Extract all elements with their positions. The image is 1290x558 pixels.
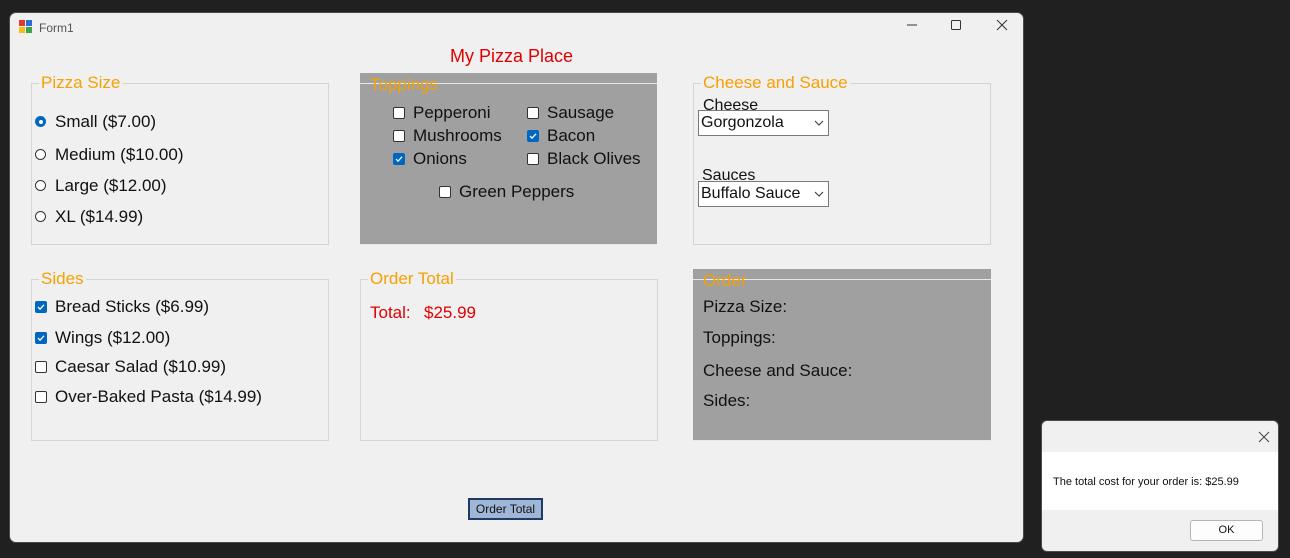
sides-group: Sides Bread Sticks ($6.99) Wings ($12.00… [31, 269, 329, 441]
checkbox-label: Sausage [547, 103, 615, 122]
checkbox-icon[interactable] [393, 107, 405, 119]
checkmark-icon[interactable] [393, 153, 405, 165]
order-cheese-sauce-line: Cheese and Sauce: [703, 361, 853, 380]
order-pizza-size-line: Pizza Size: [703, 297, 788, 316]
checkbox-label: Bacon [547, 126, 596, 145]
toppings-group: Toppings Pepperoni Sausage Mushrooms Bac… [360, 73, 657, 245]
radio-button-icon[interactable] [35, 211, 46, 222]
title-bar[interactable]: Form1 [10, 13, 1023, 41]
toppings-legend: Toppings [370, 75, 439, 94]
order-toppings-line: Toppings: [703, 328, 776, 347]
cheese-selected-value: Gorgonzola [701, 114, 784, 131]
cheese-sauce-legend: Cheese and Sauce [701, 73, 850, 93]
checkbox-icon[interactable] [527, 107, 539, 119]
sauce-dropdown[interactable]: Buffalo Sauce [698, 181, 829, 207]
checkbox-label: Bread Sticks ($6.99) [55, 297, 210, 316]
order-sides-line: Sides: [703, 391, 751, 410]
order-total-group: Order Total Total: $25.99 [360, 269, 658, 441]
close-icon[interactable] [1256, 429, 1272, 445]
radio-label: Small ($7.00) [55, 112, 157, 131]
radio-label: XL ($14.99) [55, 207, 144, 226]
checkbox-label: Caesar Salad ($10.99) [55, 357, 227, 376]
app-icon [19, 20, 33, 33]
radio-label: Medium ($10.00) [55, 145, 184, 164]
checkmark-icon[interactable] [527, 130, 539, 142]
form-title: My Pizza Place [449, 46, 574, 66]
chevron-down-icon [814, 120, 824, 126]
radio-button-icon[interactable] [35, 116, 46, 127]
sides-legend: Sides [39, 269, 86, 289]
order-group: Order Pizza Size: Toppings: Cheese and S… [693, 269, 991, 441]
checkmark-icon[interactable] [35, 332, 47, 344]
main-window: Form1 My Pizza Place Pizza Size Small ($… [9, 12, 1024, 543]
checkbox-icon[interactable] [393, 130, 405, 142]
checkbox-label: Over-Baked Pasta ($14.99) [55, 387, 262, 406]
checkbox-label: Onions [413, 149, 467, 168]
checkbox-label: Pepperoni [413, 103, 491, 122]
minimize-icon[interactable] [900, 19, 924, 37]
checkbox-label: Mushrooms [413, 126, 502, 145]
radio-button-icon[interactable] [35, 149, 46, 160]
cheese-dropdown[interactable]: Gorgonzola [698, 110, 829, 136]
message-text: The total cost for your order is: $25.99 [1053, 476, 1239, 488]
checkbox-icon[interactable] [527, 153, 539, 165]
ok-button[interactable]: OK [1190, 520, 1263, 541]
checkbox-label: Wings ($12.00) [55, 328, 171, 347]
pizza-size-group: Pizza Size Small ($7.00) Medium ($10.00)… [31, 73, 329, 245]
total-value: $25.99 [424, 303, 476, 322]
order-total-legend: Order Total [368, 269, 456, 289]
radio-button-icon[interactable] [35, 180, 46, 191]
radio-label: Large ($12.00) [55, 176, 167, 195]
sauce-selected-value: Buffalo Sauce [701, 185, 801, 202]
checkbox-label: Green Peppers [459, 182, 575, 201]
pizza-size-legend: Pizza Size [39, 73, 123, 93]
order-legend: Order [703, 271, 747, 290]
cheese-sauce-group: Cheese and Sauce Cheese Gorgonzola Sauce… [693, 73, 991, 245]
checkmark-icon[interactable] [35, 301, 47, 313]
window-title: Form1 [39, 21, 74, 35]
close-icon[interactable] [990, 19, 1014, 37]
total-label: Total: [370, 303, 411, 322]
maximize-icon[interactable] [944, 19, 968, 37]
checkbox-icon[interactable] [35, 361, 47, 373]
checkbox-icon[interactable] [35, 391, 47, 403]
checkbox-label: Black Olives [547, 149, 641, 168]
message-box: The total cost for your order is: $25.99… [1041, 420, 1279, 552]
checkbox-icon[interactable] [439, 186, 451, 198]
chevron-down-icon [814, 191, 824, 197]
order-total-button[interactable]: Order Total [468, 498, 543, 520]
